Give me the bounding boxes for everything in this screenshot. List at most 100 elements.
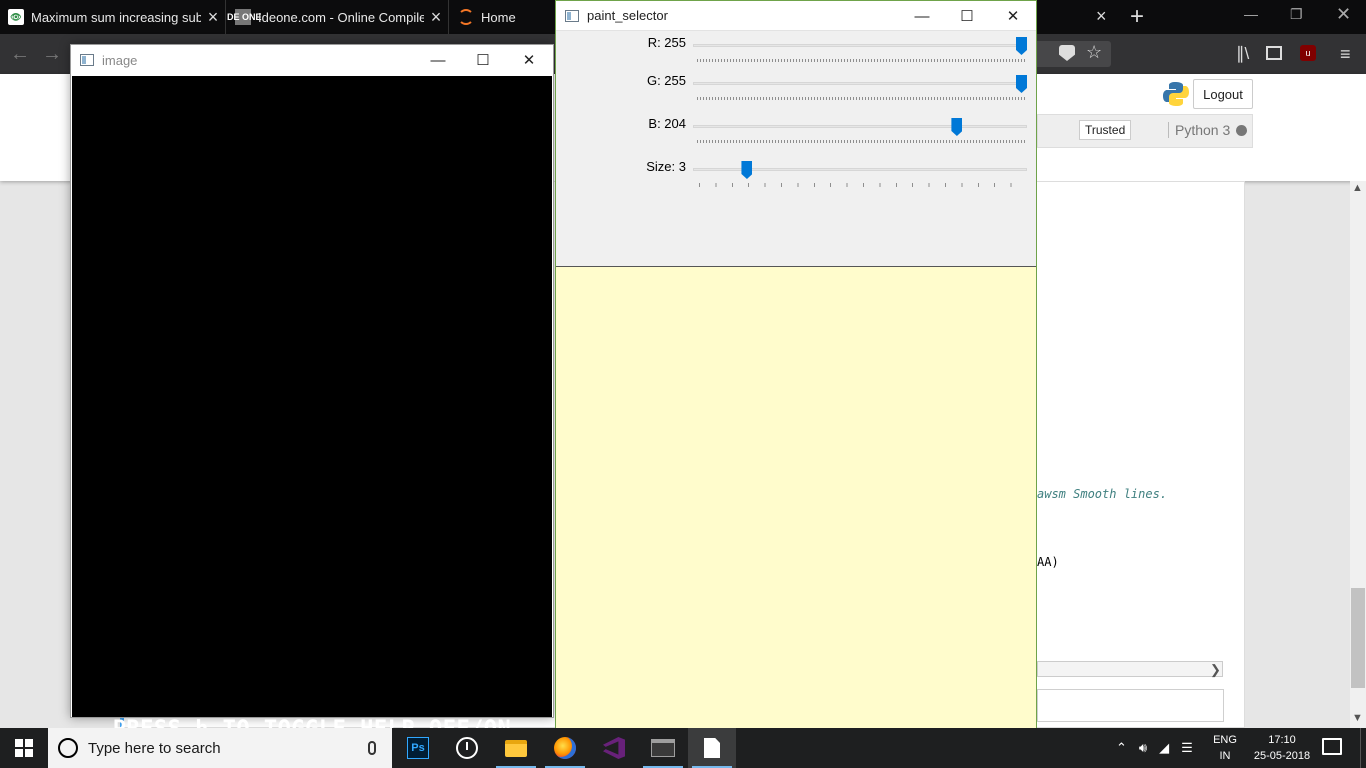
code-comment: awsm Smooth lines. [1037,487,1168,501]
maximize-icon[interactable]: ☐ [944,1,990,31]
slider-ticks [699,183,1025,187]
close-icon[interactable]: ✕ [990,1,1036,31]
window-titlebar[interactable]: image — ☐ ✕ [71,45,553,75]
menu-icon[interactable]: ≡ [1340,44,1351,65]
slider-thumb[interactable] [951,118,963,136]
file-explorer-icon [505,739,527,757]
drawing-canvas[interactable]: PRESS h TO TOGGLE HELP OFF/ON [72,76,552,742]
search-icon [58,738,78,758]
taskbar: Type here to search Ps ⌃ 🔊︎ ◢ ☰ ENG IN 1… [0,728,1366,768]
trackbar-size[interactable]: Size: 3 [556,159,1036,193]
trusted-indicator[interactable]: Trusted [1079,120,1132,140]
system-tray: ⌃ 🔊︎ ◢ ☰ [1110,728,1199,768]
visual-studio-icon [603,737,625,759]
minimize-icon[interactable]: — [415,45,461,75]
taskbar-visual-studio[interactable] [590,728,638,768]
search-placeholder: Type here to search [88,739,221,757]
back-arrow-icon[interactable]: ← [10,43,30,66]
ublock-icon[interactable]: u [1300,45,1316,61]
minimize-icon[interactable]: — [1244,6,1258,22]
slider-track[interactable] [693,44,1027,47]
bookmark-star-icon[interactable]: ☆ [1086,42,1102,63]
taskbar-photoshop[interactable]: Ps [394,728,442,768]
python-logo-icon [1163,82,1189,106]
tab-close-icon[interactable]: × [201,7,225,28]
window-app-icon [80,54,94,66]
input-language[interactable]: ENG IN [1212,732,1238,764]
slider-ticks [697,140,1025,143]
close-icon[interactable]: ✕ [506,45,552,75]
window-app-icon [565,9,579,22]
pocket-icon[interactable] [1059,45,1075,61]
scroll-right-icon[interactable]: ❯ [1210,662,1221,678]
trackbar-label: G: 255 [646,73,686,88]
kernel-name: Python 3 [1168,122,1230,138]
slider-ticks [697,59,1025,62]
taskbar-search[interactable]: Type here to search [48,728,392,768]
scroll-up-icon[interactable]: ▲ [1352,182,1363,194]
close-icon[interactable]: ✕ [1336,4,1351,25]
slider-track[interactable] [693,125,1027,128]
minimize-icon[interactable]: — [899,1,945,31]
code-line: AA) [1037,555,1059,569]
horizontal-scrollbar[interactable] [1037,661,1223,677]
forward-arrow-icon[interactable]: → [42,43,62,66]
scroll-down-icon[interactable]: ▼ [1352,712,1363,724]
clock[interactable]: 17:10 25-05-2018 [1244,732,1320,764]
trackbar-green[interactable]: G: 255 [556,73,1036,107]
trackbar-red[interactable]: R: 255 [556,35,1036,69]
taskbar-alarms[interactable] [443,728,491,768]
action-center-icon[interactable] [1322,738,1342,755]
tab-close-icon[interactable]: × [1096,6,1107,27]
taskbar-file-explorer[interactable] [492,728,540,768]
window-title: image [102,52,138,68]
sidebar-icon[interactable] [1266,46,1282,60]
trackbar-blue[interactable]: B: 204 [556,116,1036,150]
show-desktop-button[interactable] [1360,728,1366,768]
ideone-icon: IDE ONE [227,9,262,25]
terminal-icon [651,739,675,757]
scrollbar-thumb[interactable] [1351,588,1365,688]
paint-selector-window: paint_selector — ☐ ✕ R: 255 G: 255 B: 20… [555,0,1037,728]
chevron-up-icon[interactable]: ⌃ [1116,740,1127,756]
image-window: image — ☐ ✕ PRESS h TO TOGGLE HELP OFF/O… [70,44,554,742]
trackbar-panel: R: 255 G: 255 B: 204 Size: 3 [556,32,1036,266]
microphone-icon[interactable] [368,741,376,755]
new-tab-button[interactable]: + [1130,3,1144,31]
slider-ticks [697,97,1025,100]
clock-date: 25-05-2018 [1253,750,1311,762]
network-icon[interactable]: ◢ [1159,740,1169,756]
tab-label: Maximum sum increasing subs [31,9,201,25]
trackbar-label: B: 204 [648,116,686,131]
code-cell[interactable] [1037,689,1224,722]
restore-icon[interactable]: ❐ [1290,6,1303,23]
language-code: ENG [1213,734,1237,746]
address-bar[interactable]: ☆ [1037,41,1111,67]
trackbar-label: R: 255 [647,35,686,50]
window-title: paint_selector [587,8,668,23]
region-code: IN [1219,750,1231,762]
logout-button[interactable]: Logout [1193,79,1253,109]
remote-display-icon[interactable]: ☰ [1181,740,1193,756]
taskbar-notepad[interactable] [688,728,736,768]
taskbar-firefox[interactable] [541,728,589,768]
start-button[interactable] [0,728,48,768]
library-icon[interactable]: ∥\ [1236,44,1249,64]
tab-ideone[interactable]: IDE ONE Ideone.com - Online Compiler × [227,0,449,34]
jupyter-icon [458,9,474,25]
slider-thumb[interactable] [741,161,753,179]
notepad-icon [704,738,720,758]
slider-track[interactable] [693,82,1027,85]
slider-thumb[interactable] [1016,37,1027,55]
taskbar-terminal[interactable] [639,728,687,768]
color-preview [556,266,1036,728]
tab-close-icon[interactable]: × [424,7,448,28]
maximize-icon[interactable]: ☐ [460,45,506,75]
slider-thumb[interactable] [1016,75,1027,93]
tab-gfg[interactable]: 👁 Maximum sum increasing subs × [0,0,226,34]
window-titlebar[interactable]: paint_selector — ☐ ✕ [556,1,1036,31]
trackbar-label: Size: 3 [646,159,686,174]
tab-jupyter-home[interactable]: Home [450,0,556,34]
firefox-icon [554,737,576,759]
volume-icon[interactable]: 🔊︎ [1139,740,1147,756]
